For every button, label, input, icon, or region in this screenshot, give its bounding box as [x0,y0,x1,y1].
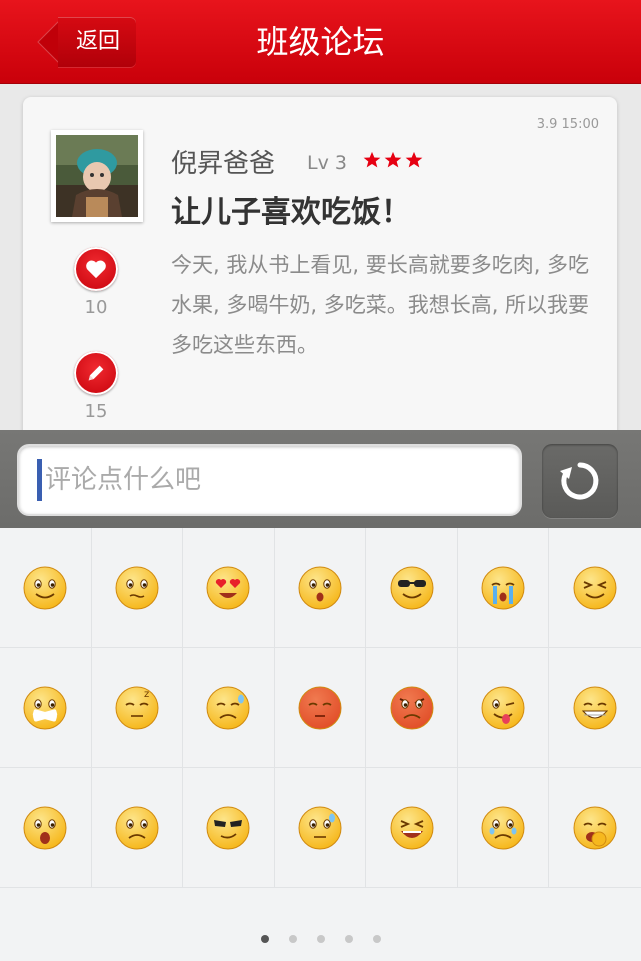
sweat-emoji-icon [206,686,250,729]
emoji-grid: z [0,528,641,888]
page-dot[interactable] [372,935,381,943]
emoji-cell[interactable] [274,768,367,888]
emoji-cell[interactable] [549,768,641,888]
page-dot[interactable] [316,935,325,943]
emoji-cell[interactable] [274,648,367,768]
nervous-sweat-emoji-icon [298,806,342,849]
emoji-cell[interactable] [549,648,641,768]
sunglasses-smirk-emoji-icon [206,806,250,849]
author-name[interactable]: 倪昇爸爸 [171,143,275,180]
comment-input[interactable] [17,444,522,516]
app-header: 返回 班级论坛 [0,0,641,84]
sleepy-emoji-icon: z [115,686,159,729]
svg-text:z: z [144,689,149,700]
teary-emoji-icon [481,806,525,849]
post-timestamp: 3.9 15:00 [536,117,599,132]
comment-count: 15 [84,401,108,422]
emoji-cell[interactable] [91,528,184,648]
star-icon [405,151,423,168]
laughing-emoji-icon [390,806,434,849]
emoji-cell[interactable] [91,768,184,888]
surprised-emoji-icon [298,566,342,609]
refresh-icon [560,462,599,500]
avatar-photo [56,135,138,217]
post-title: 让儿子喜欢吃饭！ [171,195,411,230]
emoji-cell[interactable] [183,528,275,648]
taped-mouth-emoji-icon [23,686,67,729]
avatar[interactable] [51,130,143,222]
emoji-cell[interactable] [457,528,550,648]
emoji-cell[interactable] [457,768,550,888]
like-button[interactable] [74,247,118,291]
page-indicator [0,935,641,943]
emoji-cell[interactable] [183,648,275,768]
heart-eyes-emoji-icon [206,566,250,609]
heart-icon [86,260,106,279]
cool-sunglasses-emoji-icon [390,566,434,609]
comment-button[interactable] [74,351,118,395]
level-stars [363,151,423,169]
star-icon [363,151,381,168]
post-card: 3.9 15:00 10 15 倪昇爸爸 Lv 3 让儿子喜欢吃饭！ 今天, 我… [23,97,617,442]
star-icon [384,151,402,168]
emoji-cell[interactable] [366,528,458,648]
blush-red-emoji-icon [298,686,342,729]
shocked-emoji-icon [23,806,67,849]
grin-emoji-icon [573,686,617,729]
smile-emoji-icon [23,566,67,609]
page-dot[interactable] [288,935,297,943]
page-title: 班级论坛 [256,23,385,61]
emoji-cell[interactable] [274,528,367,648]
refresh-button[interactable] [542,444,618,518]
text-caret [37,459,42,501]
comment-bar [0,430,641,528]
page-dot[interactable] [344,935,353,943]
yawn-emoji-icon [573,806,617,849]
user-level: Lv 3 [307,152,347,174]
emoji-cell[interactable] [366,768,458,888]
emoji-cell[interactable] [0,768,92,888]
like-count: 10 [84,297,108,318]
worried-emoji-icon [115,566,159,609]
page-dot[interactable] [260,935,269,943]
angry-emoji-icon [390,686,434,729]
post-body: 今天, 我从书上看见, 要长高就要多吃肉, 多吃水果, 多喝牛奶, 多吃菜。我想… [171,253,590,357]
emoji-cell[interactable] [457,648,550,768]
emoji-cell[interactable]: z [91,648,184,768]
emoji-cell[interactable] [0,648,92,768]
crying-emoji-icon [481,566,525,609]
emoji-cell[interactable] [0,528,92,648]
emoji-panel: z [0,528,641,961]
squint-emoji-icon [573,566,617,609]
emoji-cell[interactable] [549,528,641,648]
emoji-cell[interactable] [183,768,275,888]
pencil-icon [88,365,104,381]
emoji-cell[interactable] [366,648,458,768]
tongue-wink-emoji-icon [481,686,525,729]
sad-emoji-icon [115,806,159,849]
